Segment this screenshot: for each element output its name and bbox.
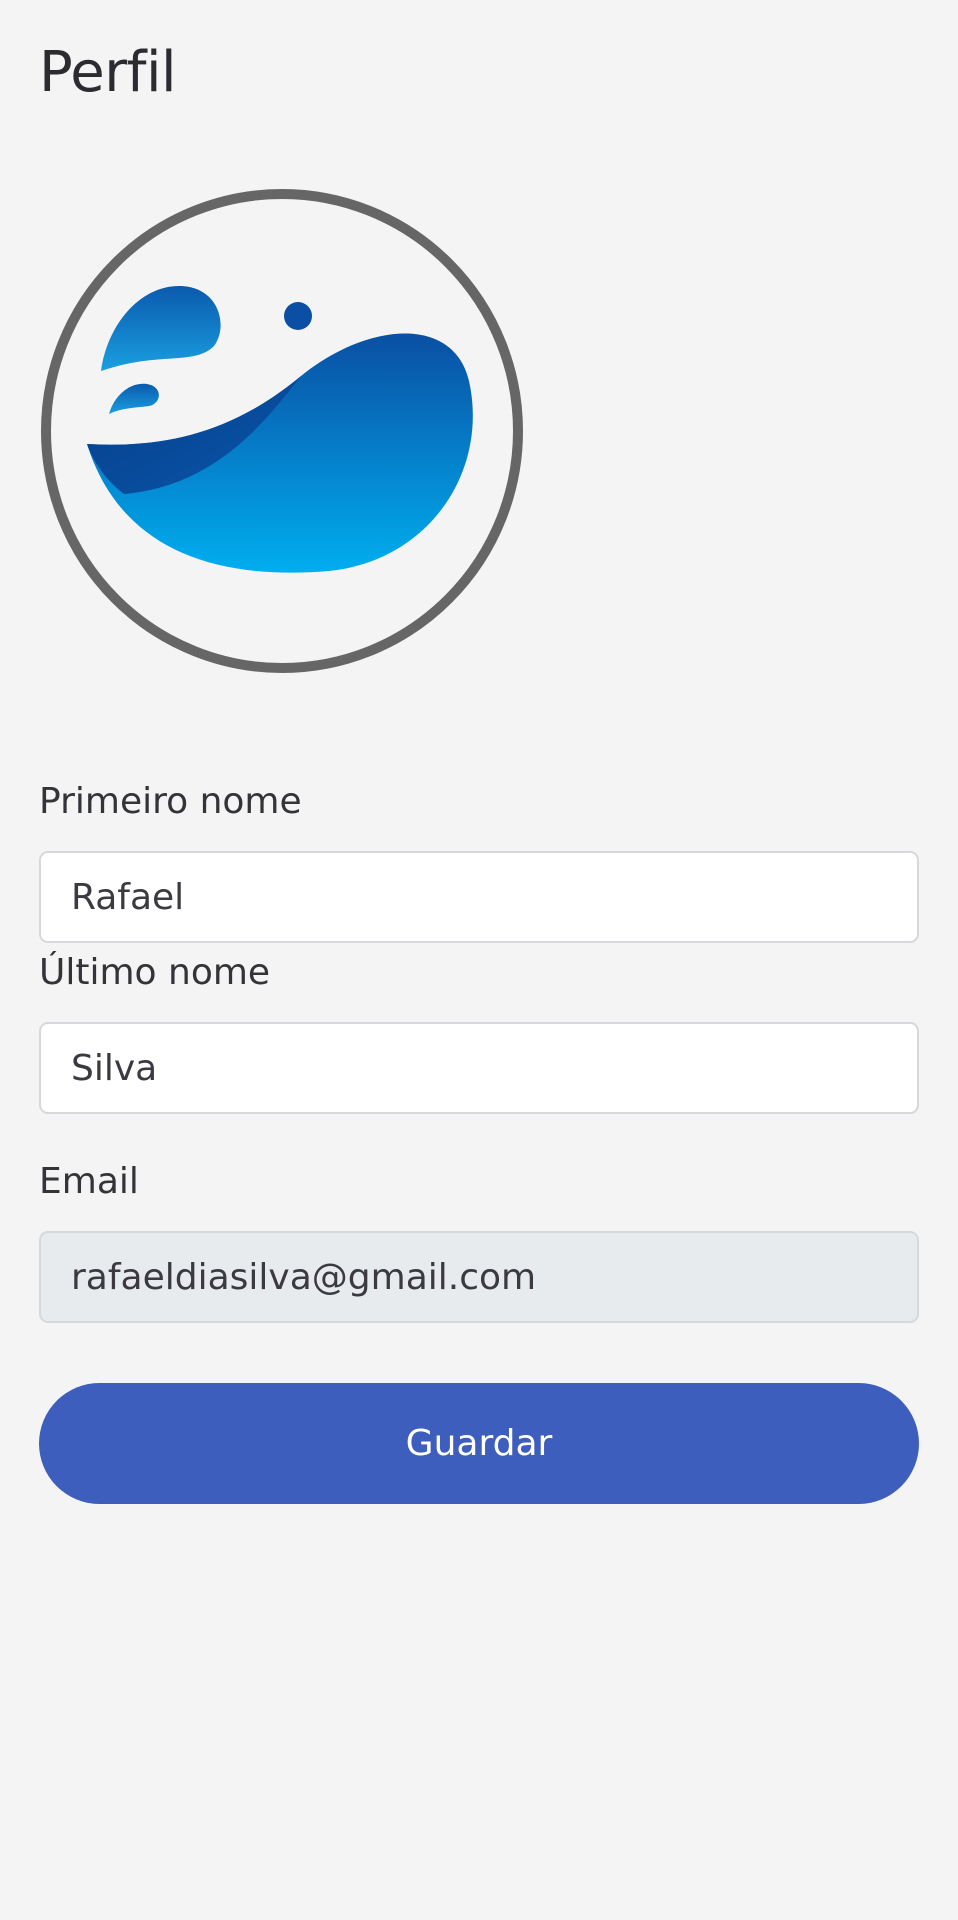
email-input: [39, 1231, 919, 1323]
save-button[interactable]: Guardar: [39, 1383, 919, 1504]
first-name-input[interactable]: [39, 851, 919, 943]
water-wave-logo-icon: [41, 189, 523, 673]
last-name-input[interactable]: [39, 1022, 919, 1114]
avatar[interactable]: [39, 186, 529, 676]
first-name-label: Primeiro nome: [39, 781, 302, 822]
email-label: Email: [39, 1161, 139, 1202]
page-title: Perfil: [39, 40, 177, 105]
last-name-label: Último nome: [39, 952, 271, 993]
